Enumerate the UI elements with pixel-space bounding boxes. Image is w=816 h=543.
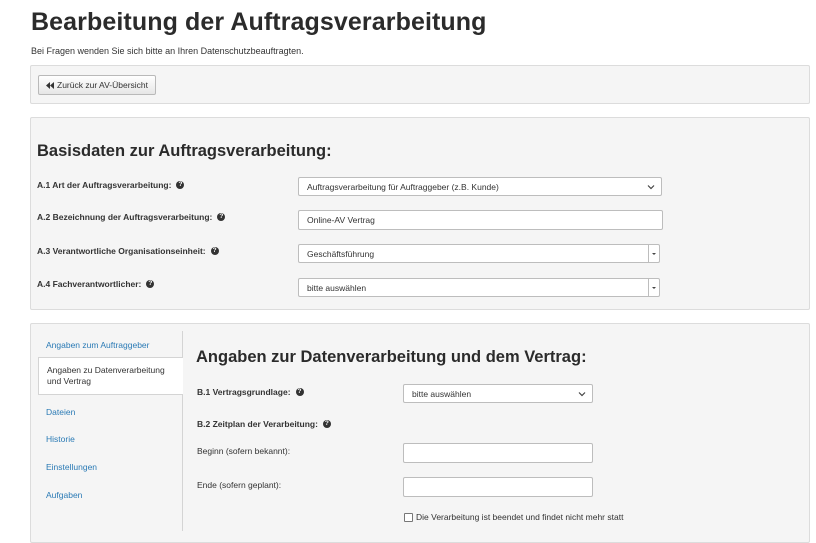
back-button[interactable]: Zurück zur AV-Übersicht [38, 75, 157, 95]
verarbeitung-beendet-checkbox[interactable] [404, 513, 413, 522]
bezeichnung-input[interactable]: Online-AV Vertrag [298, 210, 663, 230]
sidebar-item-aufgaben[interactable]: Aufgaben [46, 490, 82, 500]
art-select[interactable]: Auftragsverarbeitung für Auftraggeber (z… [298, 177, 662, 196]
sidebar-item-einstellungen[interactable]: Einstellungen [46, 462, 97, 472]
sidebar-item-auftraggeber[interactable]: Angaben zum Auftraggeber [46, 340, 150, 350]
organisationseinheit-select[interactable]: Geschäftsführung [298, 244, 660, 263]
page-title: Bearbeitung der Auftragsverarbeitung [31, 8, 487, 36]
toolbar-panel: Zurück zur AV-Übersicht [30, 65, 810, 104]
chevron-down-icon [647, 185, 655, 190]
help-icon[interactable]: ? [322, 420, 331, 428]
field-label-b2: B.2 Zeitplan der Verarbeitung: ? [197, 419, 331, 429]
help-icon[interactable]: ? [210, 247, 219, 255]
page-subtitle: Bei Fragen wenden Sie sich bitte an Ihre… [31, 46, 304, 56]
sidebar-item-historie[interactable]: Historie [46, 434, 75, 444]
fachverantwortlicher-select[interactable]: bitte auswählen [298, 278, 660, 297]
double-arrow-left-icon [46, 81, 54, 89]
basisdaten-heading: Basisdaten zur Auftragsverarbeitung: [37, 142, 332, 160]
ende-input[interactable] [403, 477, 593, 497]
caret-down-icon [648, 245, 659, 262]
details-panel: Angaben zum Auftraggeber Angaben zu Date… [30, 323, 810, 543]
verarbeitung-beendet-label[interactable]: Die Verarbeitung ist beendet und findet … [416, 512, 623, 522]
help-icon[interactable]: ? [176, 181, 185, 189]
basisdaten-panel: Basisdaten zur Auftragsverarbeitung: A.1… [30, 117, 810, 310]
field-label-a2: A.2 Bezeichnung der Auftragsverarbeitung… [37, 212, 226, 222]
back-button-label: Zurück zur AV-Übersicht [57, 80, 149, 90]
vertragsgrundlage-select[interactable]: bitte auswählen [403, 384, 593, 403]
field-label-b1: B.1 Vertragsgrundlage: ? [197, 387, 304, 397]
caret-down-icon [648, 279, 659, 296]
field-label-a3: A.3 Verantwortliche Organisationseinheit… [37, 246, 219, 256]
beginn-label: Beginn (sofern bekannt): [197, 446, 291, 456]
sidebar-item-dateien[interactable]: Dateien [46, 407, 75, 417]
sidebar-item-datenverarbeitung[interactable]: Angaben zu Datenverarbeitung und Vertrag [38, 357, 183, 395]
field-label-a1: A.1 Art der Auftragsverarbeitung: ? [37, 180, 185, 190]
help-icon[interactable]: ? [217, 213, 226, 221]
chevron-down-icon [578, 392, 586, 397]
field-label-a4: A.4 Fachverantwortlicher: ? [37, 279, 155, 289]
ende-label: Ende (sofern geplant): [197, 480, 282, 490]
help-icon[interactable]: ? [295, 388, 304, 396]
beginn-input[interactable] [403, 443, 593, 463]
datenverarbeitung-heading: Angaben zur Datenverarbeitung und dem Ve… [196, 348, 587, 366]
help-icon[interactable]: ? [146, 280, 155, 288]
